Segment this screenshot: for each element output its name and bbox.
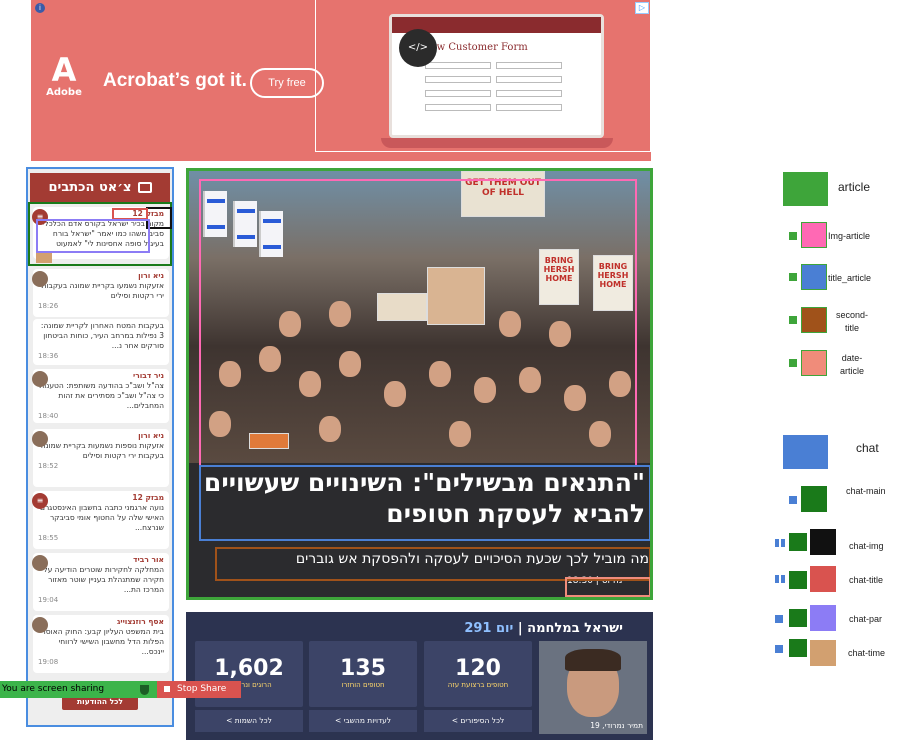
- war-stats-panel: ישראל במלחמה | יום 291 1,602 הרוגים ונרצח…: [186, 612, 653, 740]
- chat-title: ניר דבורי: [132, 371, 164, 380]
- chat-title: ניא ורון: [138, 431, 164, 440]
- code-icon: </>: [399, 29, 437, 67]
- legend-chat-title: chat-title: [849, 575, 884, 585]
- form-title: New Customer Form: [422, 42, 528, 53]
- chat-message[interactable]: ניא ורון אזעקות נוספות נשמעות בקריית שמו…: [32, 429, 169, 487]
- legend-swatch-img-article: [801, 222, 827, 248]
- chat-message[interactable]: בעקבות המטח האחרון לקריית שמונה: 3 נפילו…: [33, 319, 169, 365]
- laptop-base: [381, 138, 613, 148]
- legend-img-article: Img-article: [828, 231, 871, 241]
- chat-par: צה"ל ושב"כ בהודעה משותפת: הטענות כי צה"ל…: [39, 381, 164, 410]
- chat-title: מבזק 12: [132, 493, 164, 502]
- legend-second-title: second-title: [835, 310, 869, 333]
- avatar: [32, 431, 48, 447]
- chat-message[interactable]: אסף רוזנצוייג בית המשפט העליון קבע: החוק…: [32, 615, 169, 673]
- chat-time: 18:52: [38, 462, 59, 470]
- hostage-caption: תמיר נמרודי, 19: [590, 721, 643, 730]
- chat-time: 18:40: [38, 412, 59, 420]
- legend-chat: chat: [856, 441, 879, 455]
- chat-title: אור רביד: [133, 555, 164, 564]
- stat-card-hostages[interactable]: 120 חטופים ברצועת עזה: [424, 641, 532, 707]
- avatar: [32, 271, 48, 287]
- hostage-photo[interactable]: תמיר נמרודי, 19: [539, 641, 647, 734]
- chat-time: 18:26: [38, 302, 59, 310]
- legend-chat-time: chat-time: [848, 648, 886, 658]
- adobe-ad-banner[interactable]: i ▷ A Adobe Acrobat’s got it. Try free N…: [31, 0, 651, 161]
- avatar: [32, 371, 48, 387]
- chat-par: אזעקות נשמעו בקריית שמונה בעקבות ירי רקט…: [41, 281, 164, 300]
- chat-time: 18:36: [38, 352, 59, 360]
- legend-swatch-chat-time: [810, 640, 836, 666]
- chat-bubble-icon: ≡: [32, 493, 48, 509]
- screen-sharing-status: You are screen sharing: [0, 681, 157, 698]
- title-article-overlay: [199, 465, 650, 541]
- all-stories-link[interactable]: לכל הסיפורים >: [424, 710, 532, 732]
- chat-message[interactable]: ניא ורון אזעקות נשמעו בקריית שמונה בעקבו…: [32, 269, 169, 317]
- chat-par: המחלקה לחקירות שוטרים הודיעה על חקירה שמ…: [43, 565, 164, 594]
- chat-par: אזעקות נוספות נשמעות בקריית שמונה בעקבות…: [40, 441, 164, 460]
- legend-date-article: date-article: [839, 353, 864, 376]
- chat-title: אסף רוזנצוייג: [117, 617, 164, 626]
- chat-message[interactable]: ≡ מבזק 12 נועה ארגמני כתבה בחשבון האינסט…: [32, 491, 169, 549]
- second-title-overlay: [215, 547, 650, 581]
- legend-swatch-chat-img: [810, 529, 836, 555]
- chat-par-overlay: [36, 219, 150, 253]
- stop-share-button[interactable]: Stop Share: [157, 681, 241, 698]
- chat-par: בעקבות המטח האחרון לקריית שמונה: 3 נפילו…: [40, 321, 164, 350]
- date-article-overlay: [565, 577, 650, 597]
- chat-time: 18:55: [38, 534, 59, 542]
- chat-message[interactable]: אור רביד המחלקה לחקירות שוטרים הודיעה על…: [32, 553, 169, 611]
- legend-swatch-article: [783, 172, 828, 206]
- testimonies-link[interactable]: לעדויות מהשבי >: [309, 710, 417, 732]
- legend-chat-main: chat-main: [846, 486, 886, 496]
- avatar: [32, 555, 48, 571]
- legend-chat-par: chat-par: [849, 614, 883, 624]
- legend-title-article: title_article: [828, 273, 872, 283]
- legend-swatch-chat: [783, 435, 828, 469]
- chat-time: 19:04: [38, 596, 59, 604]
- legend-article: article: [838, 180, 871, 194]
- chat-par: נועה ארגמני כתבה בחשבון האינסטגרם האישי …: [39, 503, 164, 532]
- legend-chat-img: chat-img: [849, 541, 884, 551]
- chat-time-overlay: [36, 253, 52, 263]
- info-icon[interactable]: i: [35, 3, 45, 13]
- chat-time: 19:08: [38, 658, 59, 666]
- try-free-button[interactable]: Try free: [250, 68, 324, 98]
- chat-panel: צ׳אט הכתבים ≡ מבזק 12 מקור בכיר ישראל בק…: [26, 167, 174, 727]
- stat-card-returned[interactable]: 135 חטופים הוחזרו: [309, 641, 417, 707]
- chat-bubble-icon: [137, 182, 152, 193]
- chat-header[interactable]: צ׳אט הכתבים: [30, 173, 170, 203]
- ad-headline: Acrobat’s got it.: [103, 70, 247, 91]
- shield-icon: [140, 685, 149, 695]
- chat-par: בית המשפט העליון קבע: החוק האוסר הפלות ה…: [41, 627, 164, 656]
- avatar: [32, 617, 48, 633]
- legend-swatch-chat-title: [810, 566, 836, 592]
- img-article-overlay: [199, 179, 637, 467]
- legend-swatch-second-title: [801, 307, 827, 333]
- chat-message[interactable]: ניר דבורי צה"ל ושב"כ בהודעה משותפת: הטענ…: [32, 369, 169, 423]
- legend-swatch-chat-main: [801, 486, 827, 512]
- legend-swatch-title-article: [801, 264, 827, 290]
- main-article[interactable]: GET THEM OUT OF HELL BRING HERSH HOME BR…: [186, 168, 653, 600]
- legend-swatch-chat-par: [810, 605, 836, 631]
- adobe-logo: A Adobe: [46, 51, 82, 98]
- legend-swatch-date-article: [801, 350, 827, 376]
- chat-title: ניא ורון: [138, 271, 164, 280]
- all-names-link[interactable]: לכל השמות >: [195, 710, 303, 732]
- stats-title: ישראל במלחמה | יום 291: [464, 621, 623, 636]
